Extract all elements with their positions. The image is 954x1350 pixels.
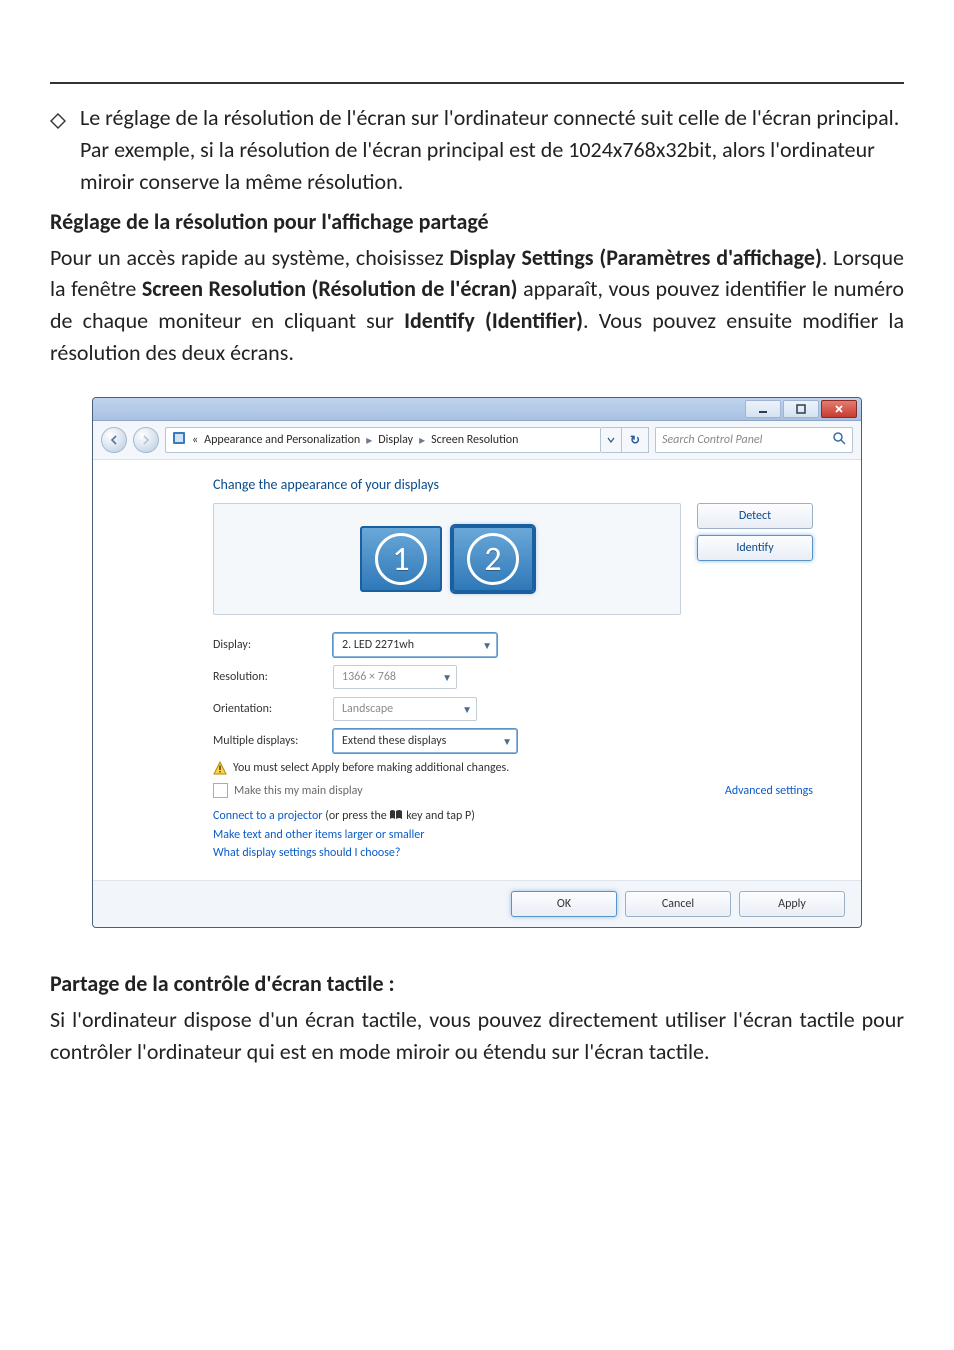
projector-link[interactable]: Connect to a projector (213, 809, 325, 823)
text-size-link[interactable]: Make text and other items larger or smal… (213, 828, 813, 842)
nav-forward-button[interactable] (133, 427, 159, 453)
screenshot-container: « Appearance and Personalization ▸ Displ… (92, 397, 862, 928)
breadcrumb-seg-screenres[interactable]: Screen Resolution (431, 433, 518, 447)
link-text: Connect to a projector (213, 809, 322, 823)
window-frame: « Appearance and Personalization ▸ Displ… (92, 397, 862, 928)
pane-heading: Change the appearance of your displays (213, 476, 813, 493)
orientation-combo[interactable]: Landscape ▼ (333, 697, 477, 721)
touch-heading: Partage de la contrôle d'écran tactile : (50, 968, 904, 1000)
address-bar-row: « Appearance and Personalization ▸ Displ… (93, 421, 861, 460)
monitor-icon-2[interactable]: 2 (452, 526, 534, 592)
windows-key-icon (389, 808, 403, 824)
multiple-displays-label: Multiple displays: (213, 734, 323, 748)
ok-button[interactable]: OK (511, 891, 617, 917)
display-combo[interactable]: 2. LED 2271wh ▼ (333, 633, 497, 657)
breadcrumb-seg-appearance[interactable]: Appearance and Personalization (204, 433, 360, 447)
breadcrumb-dropdown-button[interactable] (601, 427, 622, 453)
monitor-number: 2 (484, 539, 501, 580)
window-titlebar (93, 398, 861, 421)
button-label: Apply (778, 897, 806, 911)
minimize-button[interactable] (745, 400, 781, 418)
maximize-button[interactable] (783, 400, 819, 418)
orientation-label: Orientation: (213, 702, 323, 716)
intro-paragraph: Pour un accès rapide au système, choisis… (50, 242, 904, 370)
bullet-text: Le réglage de la résolution de l'écran s… (80, 102, 904, 198)
bullet-item: Le réglage de la résolution de l'écran s… (50, 102, 904, 198)
monitor-icon-1[interactable]: 1 (360, 526, 442, 592)
close-button[interactable] (821, 400, 857, 418)
warning-text: You must select Apply before making addi… (233, 761, 509, 775)
touch-paragraph: Si l'ordinateur dispose d'un écran tacti… (50, 1004, 904, 1068)
button-label: Detect (739, 509, 771, 523)
search-input[interactable]: Search Control Panel (655, 427, 853, 453)
button-label: Cancel (662, 897, 694, 911)
detect-button[interactable]: Detect (697, 503, 813, 529)
combo-value: 2. LED 2271wh (342, 638, 414, 652)
combo-value: Extend these displays (342, 734, 446, 748)
monitor-preview-area[interactable]: 1 2 (213, 503, 681, 615)
projector-note-pre: (or press the (325, 809, 389, 823)
which-settings-link[interactable]: What display settings should I choose? (213, 846, 813, 860)
chevron-down-icon: ▼ (482, 639, 492, 652)
resolution-label: Resolution: (213, 670, 323, 684)
chevron-down-icon: ▼ (502, 735, 512, 748)
chevron-down-icon: ▼ (442, 671, 452, 684)
button-label: OK (557, 897, 571, 911)
display-label: Display: (213, 638, 323, 652)
chevron-right-icon: ▸ (419, 433, 425, 448)
breadcrumb-chevrons: « (192, 433, 198, 447)
monitor-number: 1 (392, 539, 409, 580)
para-bold-2: Screen Resolution (Résolution de l'écran… (142, 275, 518, 302)
main-display-label: Make this my main display (234, 784, 363, 798)
horizontal-rule (50, 82, 904, 84)
dialog-button-row: OK Cancel Apply (93, 880, 861, 927)
search-icon (832, 431, 846, 449)
warning-icon (213, 761, 227, 775)
diamond-bullet-icon (50, 106, 66, 138)
chevron-right-icon: ▸ (366, 433, 372, 448)
advanced-settings-link[interactable]: Advanced settings (725, 784, 813, 798)
cancel-button[interactable]: Cancel (625, 891, 731, 917)
nav-back-button[interactable] (101, 427, 127, 453)
warning-line: You must select Apply before making addi… (213, 761, 813, 775)
apply-button[interactable]: Apply (739, 891, 845, 917)
control-panel-icon (172, 431, 186, 449)
breadcrumb-seg-display[interactable]: Display (378, 433, 413, 447)
button-label: Identify (736, 541, 773, 555)
main-display-checkbox[interactable] (213, 783, 228, 798)
content-pane: Change the appearance of your displays 1… (93, 460, 861, 880)
combo-value: 1366 × 768 (342, 670, 396, 684)
search-placeholder: Search Control Panel (662, 433, 762, 447)
breadcrumb-bar[interactable]: « Appearance and Personalization ▸ Displ… (165, 427, 601, 453)
combo-value: Landscape (342, 702, 393, 716)
refresh-button[interactable]: ↻ (622, 427, 649, 453)
identify-button[interactable]: Identify (697, 535, 813, 561)
para-text: Pour un accès rapide au système, choisis… (50, 244, 450, 271)
para-bold-3: Identify (Identifier) (404, 307, 583, 334)
projector-note-tail: key and tap P) (403, 809, 474, 823)
multiple-displays-combo[interactable]: Extend these displays ▼ (333, 729, 517, 753)
chevron-down-icon: ▼ (462, 703, 472, 716)
resolution-combo[interactable]: 1366 × 768 ▼ (333, 665, 457, 689)
para-bold-1: Display Settings (Paramètres d'affichage… (450, 244, 822, 271)
section-subheading: Réglage de la résolution pour l'affichag… (50, 206, 904, 238)
